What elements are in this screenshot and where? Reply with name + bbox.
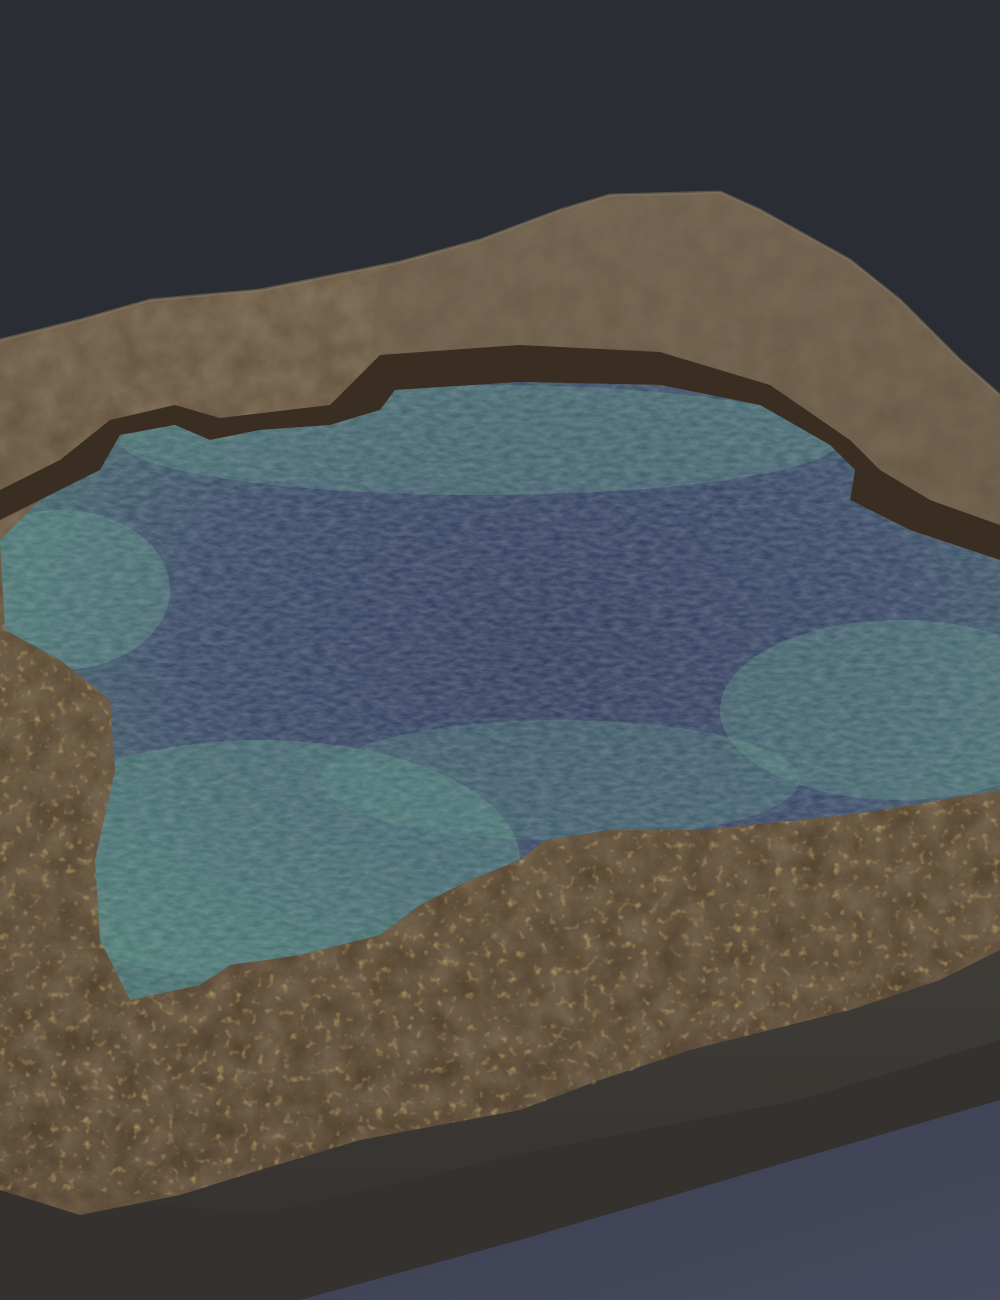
rock-pool-scene xyxy=(0,0,1000,1300)
